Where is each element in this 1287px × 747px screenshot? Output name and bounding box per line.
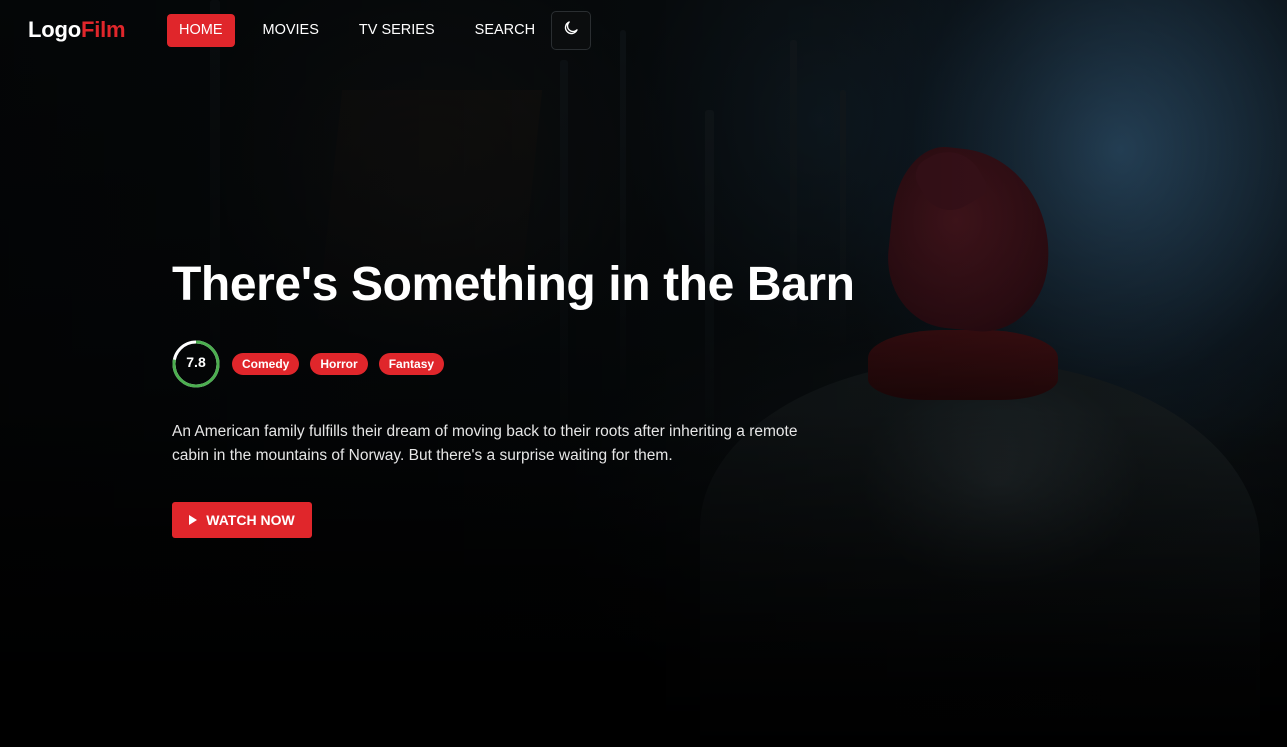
site-logo[interactable]: LogoFilm: [28, 17, 126, 43]
genre-badge-fantasy: Fantasy: [378, 353, 445, 375]
watch-now-button[interactable]: WATCH NOW: [172, 502, 312, 538]
nav-search[interactable]: SEARCH: [463, 14, 547, 47]
nav-tv-series[interactable]: TV SERIES: [347, 14, 447, 47]
movie-meta: 7.8 Comedy Horror Fantasy: [172, 340, 932, 388]
genre-badge-horror: Horror: [310, 353, 368, 375]
main-nav: HOME MOVIES TV SERIES SEARCH: [167, 14, 563, 47]
rating-value: 7.8: [186, 354, 206, 370]
hero-section: There's Something in the Barn 7.8 Comedy…: [172, 256, 932, 538]
movie-title: There's Something in the Barn: [172, 258, 855, 311]
nav-movies[interactable]: MOVIES: [251, 14, 331, 47]
genre-badge-comedy: Comedy: [232, 353, 300, 375]
watch-now-label: WATCH NOW: [206, 512, 295, 528]
nav-home[interactable]: HOME: [167, 14, 235, 47]
logo-primary-text: Logo: [28, 17, 81, 42]
site-header: LogoFilm HOME MOVIES TV SERIES SEARCH: [0, 0, 1287, 62]
movie-overview: An American family fulfills their dream …: [172, 423, 798, 464]
moon-icon: [562, 19, 580, 42]
page: LogoFilm HOME MOVIES TV SERIES SEARCH Th…: [0, 0, 1287, 747]
logo-accent-text: Film: [80, 17, 126, 42]
play-icon: [189, 515, 198, 525]
rating-circle: 7.8: [172, 340, 220, 388]
theme-toggle-button[interactable]: [551, 11, 591, 50]
